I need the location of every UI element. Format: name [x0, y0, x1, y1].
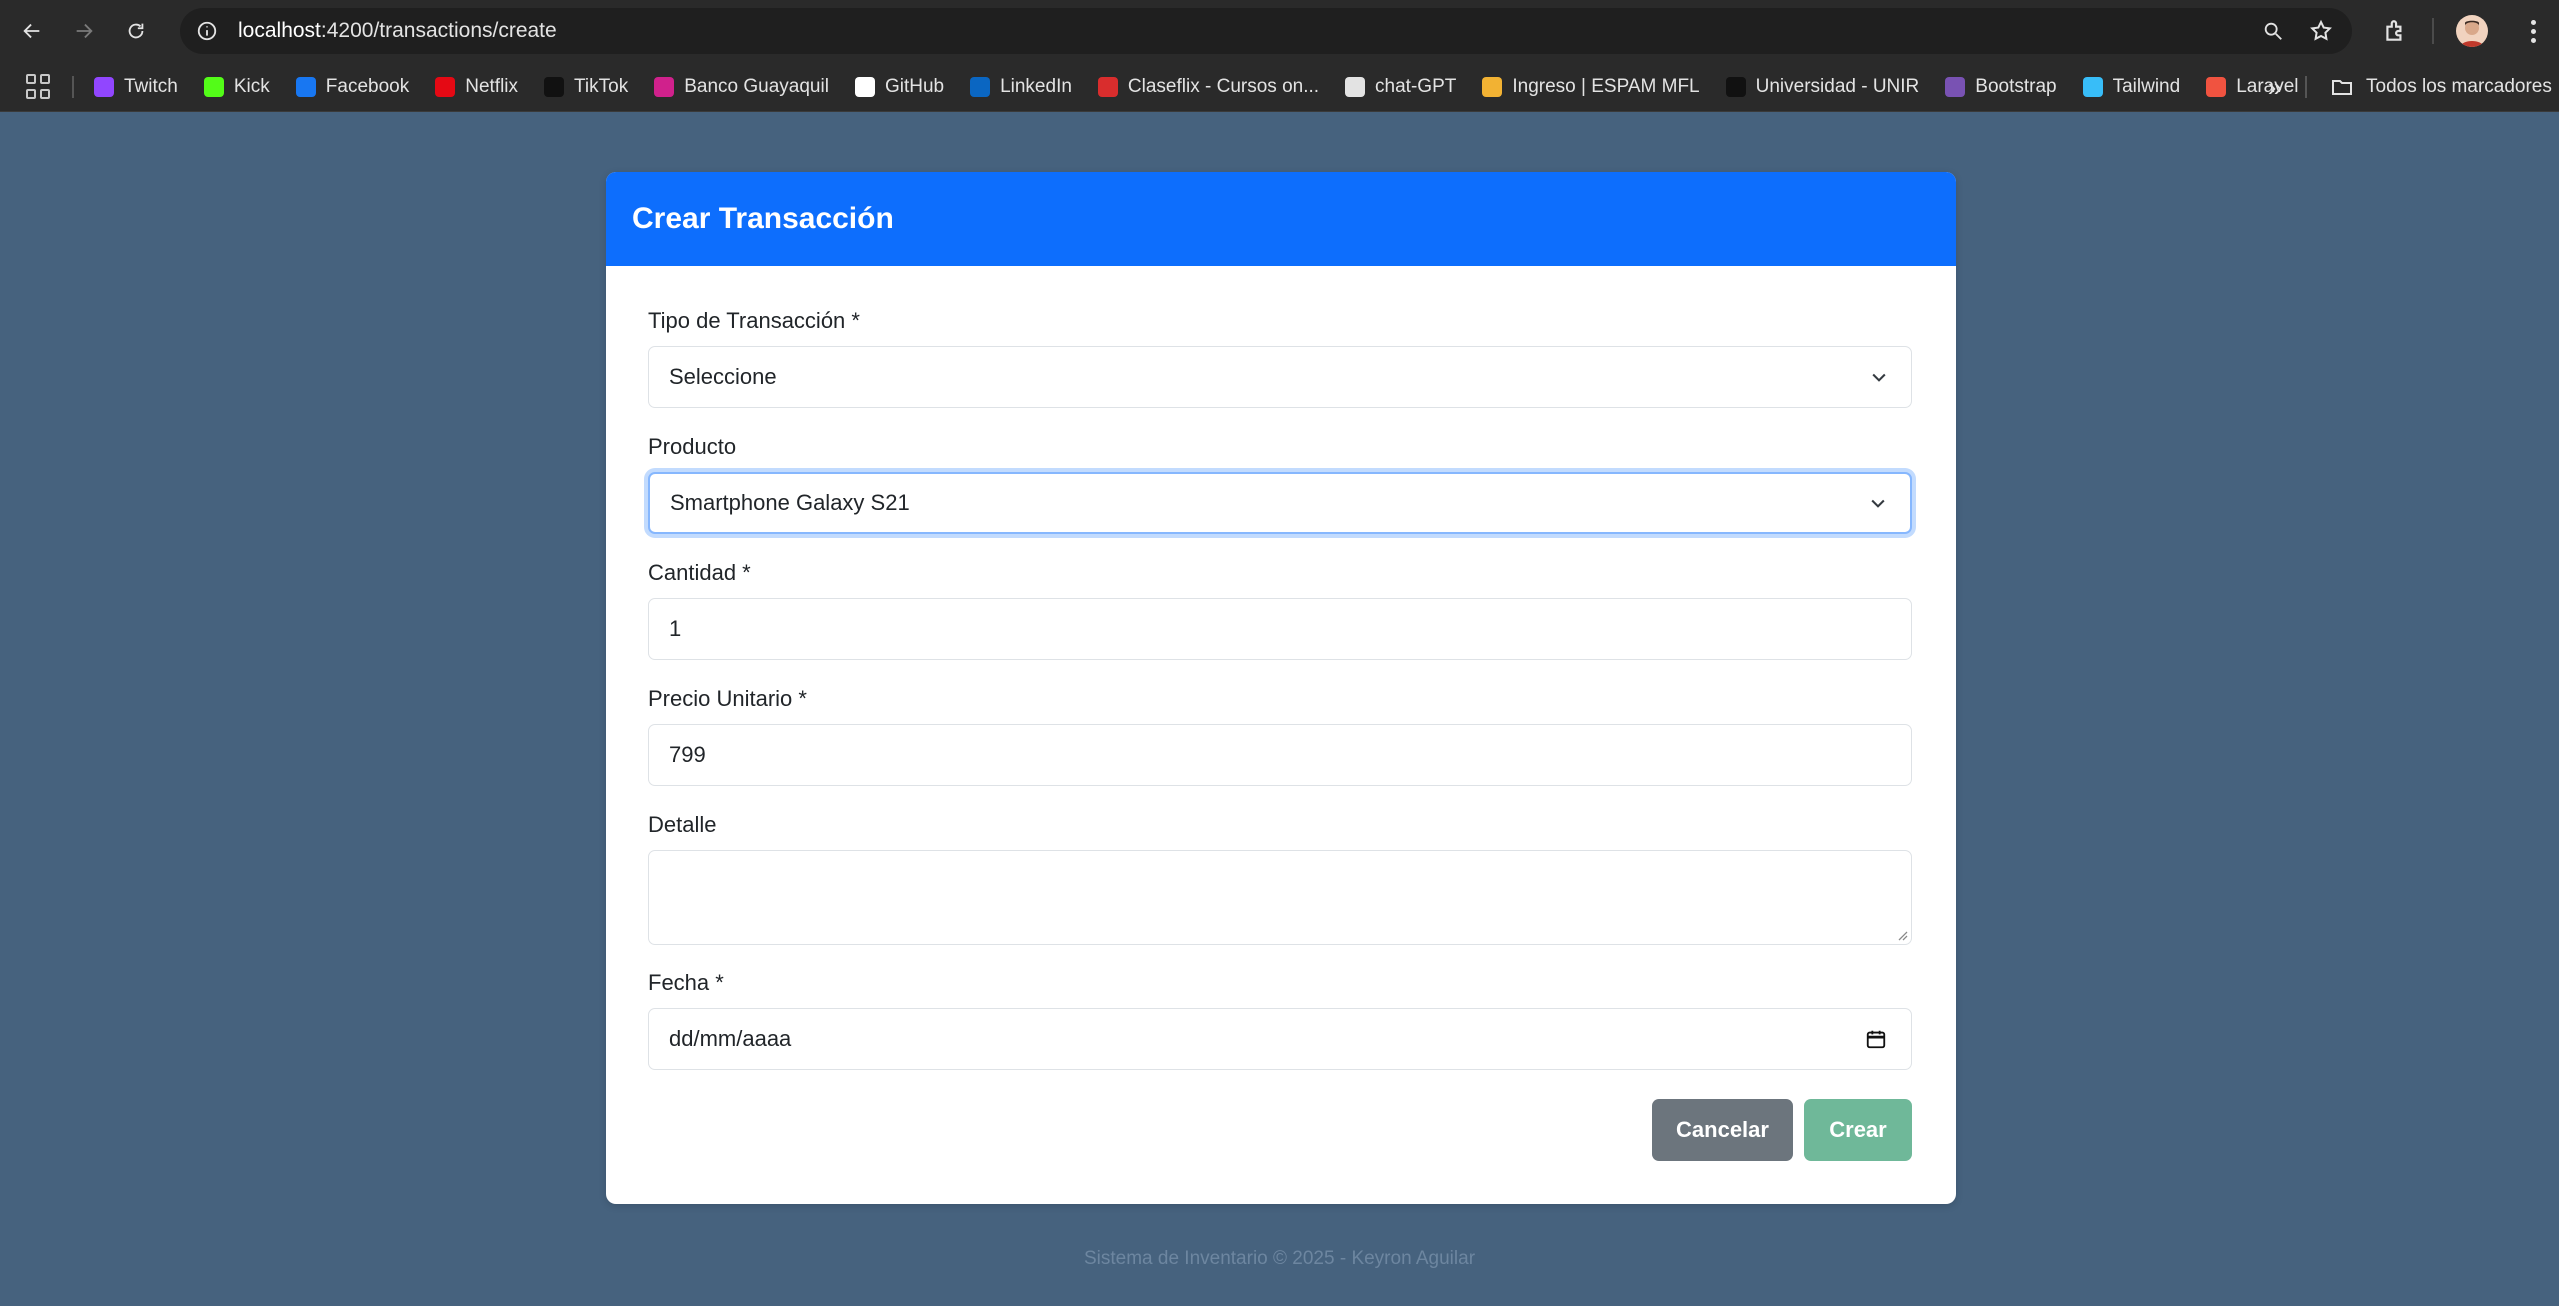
bookmark-item[interactable]: Claseflix - Cursos on... [1097, 76, 1320, 98]
create-button[interactable]: Crear [1804, 1099, 1912, 1161]
bookmark-item[interactable]: GitHub [854, 76, 945, 98]
bookmark-favicon-icon [544, 77, 565, 97]
bookmark-favicon-icon [854, 77, 875, 97]
site-info-icon[interactable] [194, 18, 220, 44]
transaction-type-label: Tipo de Transacción * [648, 308, 860, 333]
reload-icon [128, 23, 144, 39]
calendar-icon[interactable] [1865, 1028, 1887, 1050]
unit-price-value: 799 [669, 742, 706, 767]
page-title: Crear Transacción [632, 202, 894, 235]
folder-icon [2332, 80, 2352, 95]
date-input[interactable]: dd/mm/aaaa [648, 1008, 1912, 1070]
detail-label: Detalle [648, 812, 717, 837]
date-label: Fecha * [648, 970, 724, 995]
resize-grip-icon[interactable] [1896, 929, 1908, 941]
transaction-type-select[interactable]: Seleccione [648, 346, 1912, 408]
detail-textarea[interactable] [648, 850, 1912, 945]
bookmark-label: Twitch [124, 76, 178, 97]
bookmark-label: LinkedIn [1000, 76, 1072, 97]
date-placeholder: dd/mm/aaaa [669, 1026, 792, 1051]
bookmark-item[interactable]: Tailwind [2082, 76, 2181, 98]
product-label: Producto [648, 434, 737, 459]
product-value: Smartphone Galaxy S21 [670, 490, 910, 515]
bookmark-item[interactable]: Facebook [295, 76, 410, 98]
forward-button[interactable] [64, 11, 104, 51]
all-bookmarks-folder[interactable]: Todos los marcadores [2330, 62, 2552, 112]
bookmark-item[interactable]: Ingreso | ESPAM MFL [1482, 76, 1700, 98]
bookmark-favicon-icon [295, 77, 316, 97]
apps-grid-icon[interactable] [26, 74, 52, 100]
bookmark-label: Banco Guayaquil [684, 76, 829, 97]
bookmark-label: Netflix [465, 76, 519, 97]
bookmark-favicon-icon [1345, 77, 1366, 97]
bookmark-label: GitHub [884, 76, 945, 97]
quantity-label: Cantidad * [648, 560, 751, 585]
reload-button[interactable] [116, 11, 156, 51]
bookmark-item[interactable]: Kick [203, 76, 270, 98]
bookmark-item[interactable]: Banco Guayaquil [654, 76, 829, 98]
bookmark-star-icon[interactable] [2308, 18, 2334, 44]
bookmark-favicon-icon [654, 77, 675, 97]
bookmarks-divider [2305, 76, 2307, 98]
chevron-down-icon [1871, 499, 1885, 508]
bookmark-favicon-icon [1945, 77, 1966, 97]
bookmark-item[interactable]: TikTok [544, 76, 628, 98]
bookmark-label: Ingreso | ESPAM MFL [1512, 76, 1700, 97]
bookmark-favicon-icon [435, 77, 456, 97]
extensions-icon[interactable] [2378, 14, 2412, 48]
url-text[interactable]: localhost:4200/transactions/create [238, 19, 557, 43]
bookmarks-bar: Twitch Kick Facebook Netflix TikTok Banco Gua… [0, 62, 2559, 112]
bookmark-favicon-icon [1725, 77, 1746, 97]
bookmark-favicon-icon [970, 77, 991, 97]
bookmark-favicon-icon [1482, 77, 1503, 97]
unit-price-input[interactable]: 799 [648, 724, 1912, 786]
bookmark-label: Facebook [325, 76, 410, 97]
bookmark-favicon-icon [1097, 77, 1118, 97]
forward-arrow-icon [76, 23, 93, 39]
back-button[interactable] [12, 11, 52, 51]
bookmark-item[interactable]: LinkedIn [970, 76, 1072, 98]
bookmark-favicon-icon [2206, 77, 2227, 97]
bookmark-label: TikTok [574, 76, 629, 97]
all-bookmarks-label: Todos los marcadores [2366, 76, 2552, 97]
toolbar-divider [2432, 18, 2434, 44]
bookmark-label: Claseflix - Cursos on... [1127, 76, 1320, 97]
create-transaction-card: Crear Transacción Tipo de Transacción * … [606, 172, 1956, 1204]
unit-price-label: Precio Unitario * [648, 686, 807, 711]
bookmark-item[interactable]: Bootstrap [1945, 76, 2057, 98]
bookmark-label: Tailwind [2112, 76, 2181, 97]
card-header: Crear Transacción [606, 172, 1956, 266]
bookmark-label: Kick [233, 76, 270, 97]
bookmark-item[interactable]: Twitch [94, 76, 178, 98]
bookmark-item[interactable]: Netflix [435, 76, 518, 98]
bookmark-label: Bootstrap [1975, 76, 2057, 97]
quantity-value: 1 [669, 616, 682, 641]
bookmarks-divider [72, 76, 74, 98]
bookmarks-overflow-button[interactable]: » [2258, 70, 2292, 104]
bookmark-item[interactable]: chat-GPT [1345, 76, 1456, 98]
address-bar[interactable]: localhost:4200/transactions/create [180, 8, 2352, 54]
browser-menu-icon[interactable] [2518, 14, 2548, 48]
cancel-button[interactable]: Cancelar [1652, 1099, 1793, 1161]
bookmark-item[interactable]: Universidad - UNIR [1725, 76, 1920, 98]
page-footer: Sistema de Inventario © 2025 - Keyron Ag… [1083, 1248, 1476, 1269]
product-select[interactable]: Smartphone Galaxy S21 [648, 472, 1912, 534]
profile-avatar[interactable] [2456, 15, 2488, 47]
bookmark-favicon-icon [94, 77, 114, 97]
bookmark-favicon-icon [2082, 77, 2103, 97]
quantity-input[interactable]: 1 [648, 598, 1912, 660]
zoom-icon[interactable] [2260, 18, 2286, 44]
chevron-down-icon [1872, 373, 1886, 382]
bookmark-label: Universidad - UNIR [1755, 76, 1920, 97]
bookmarks-list: Twitch Kick Facebook Netflix TikTok Banco Gua… [94, 62, 2325, 112]
transaction-type-value: Seleccione [669, 364, 777, 389]
browser-toolbar: localhost:4200/transactions/create [0, 0, 2559, 62]
bookmark-label: chat-GPT [1375, 76, 1457, 97]
bookmark-favicon-icon [203, 77, 224, 97]
back-arrow-icon [23, 23, 40, 39]
